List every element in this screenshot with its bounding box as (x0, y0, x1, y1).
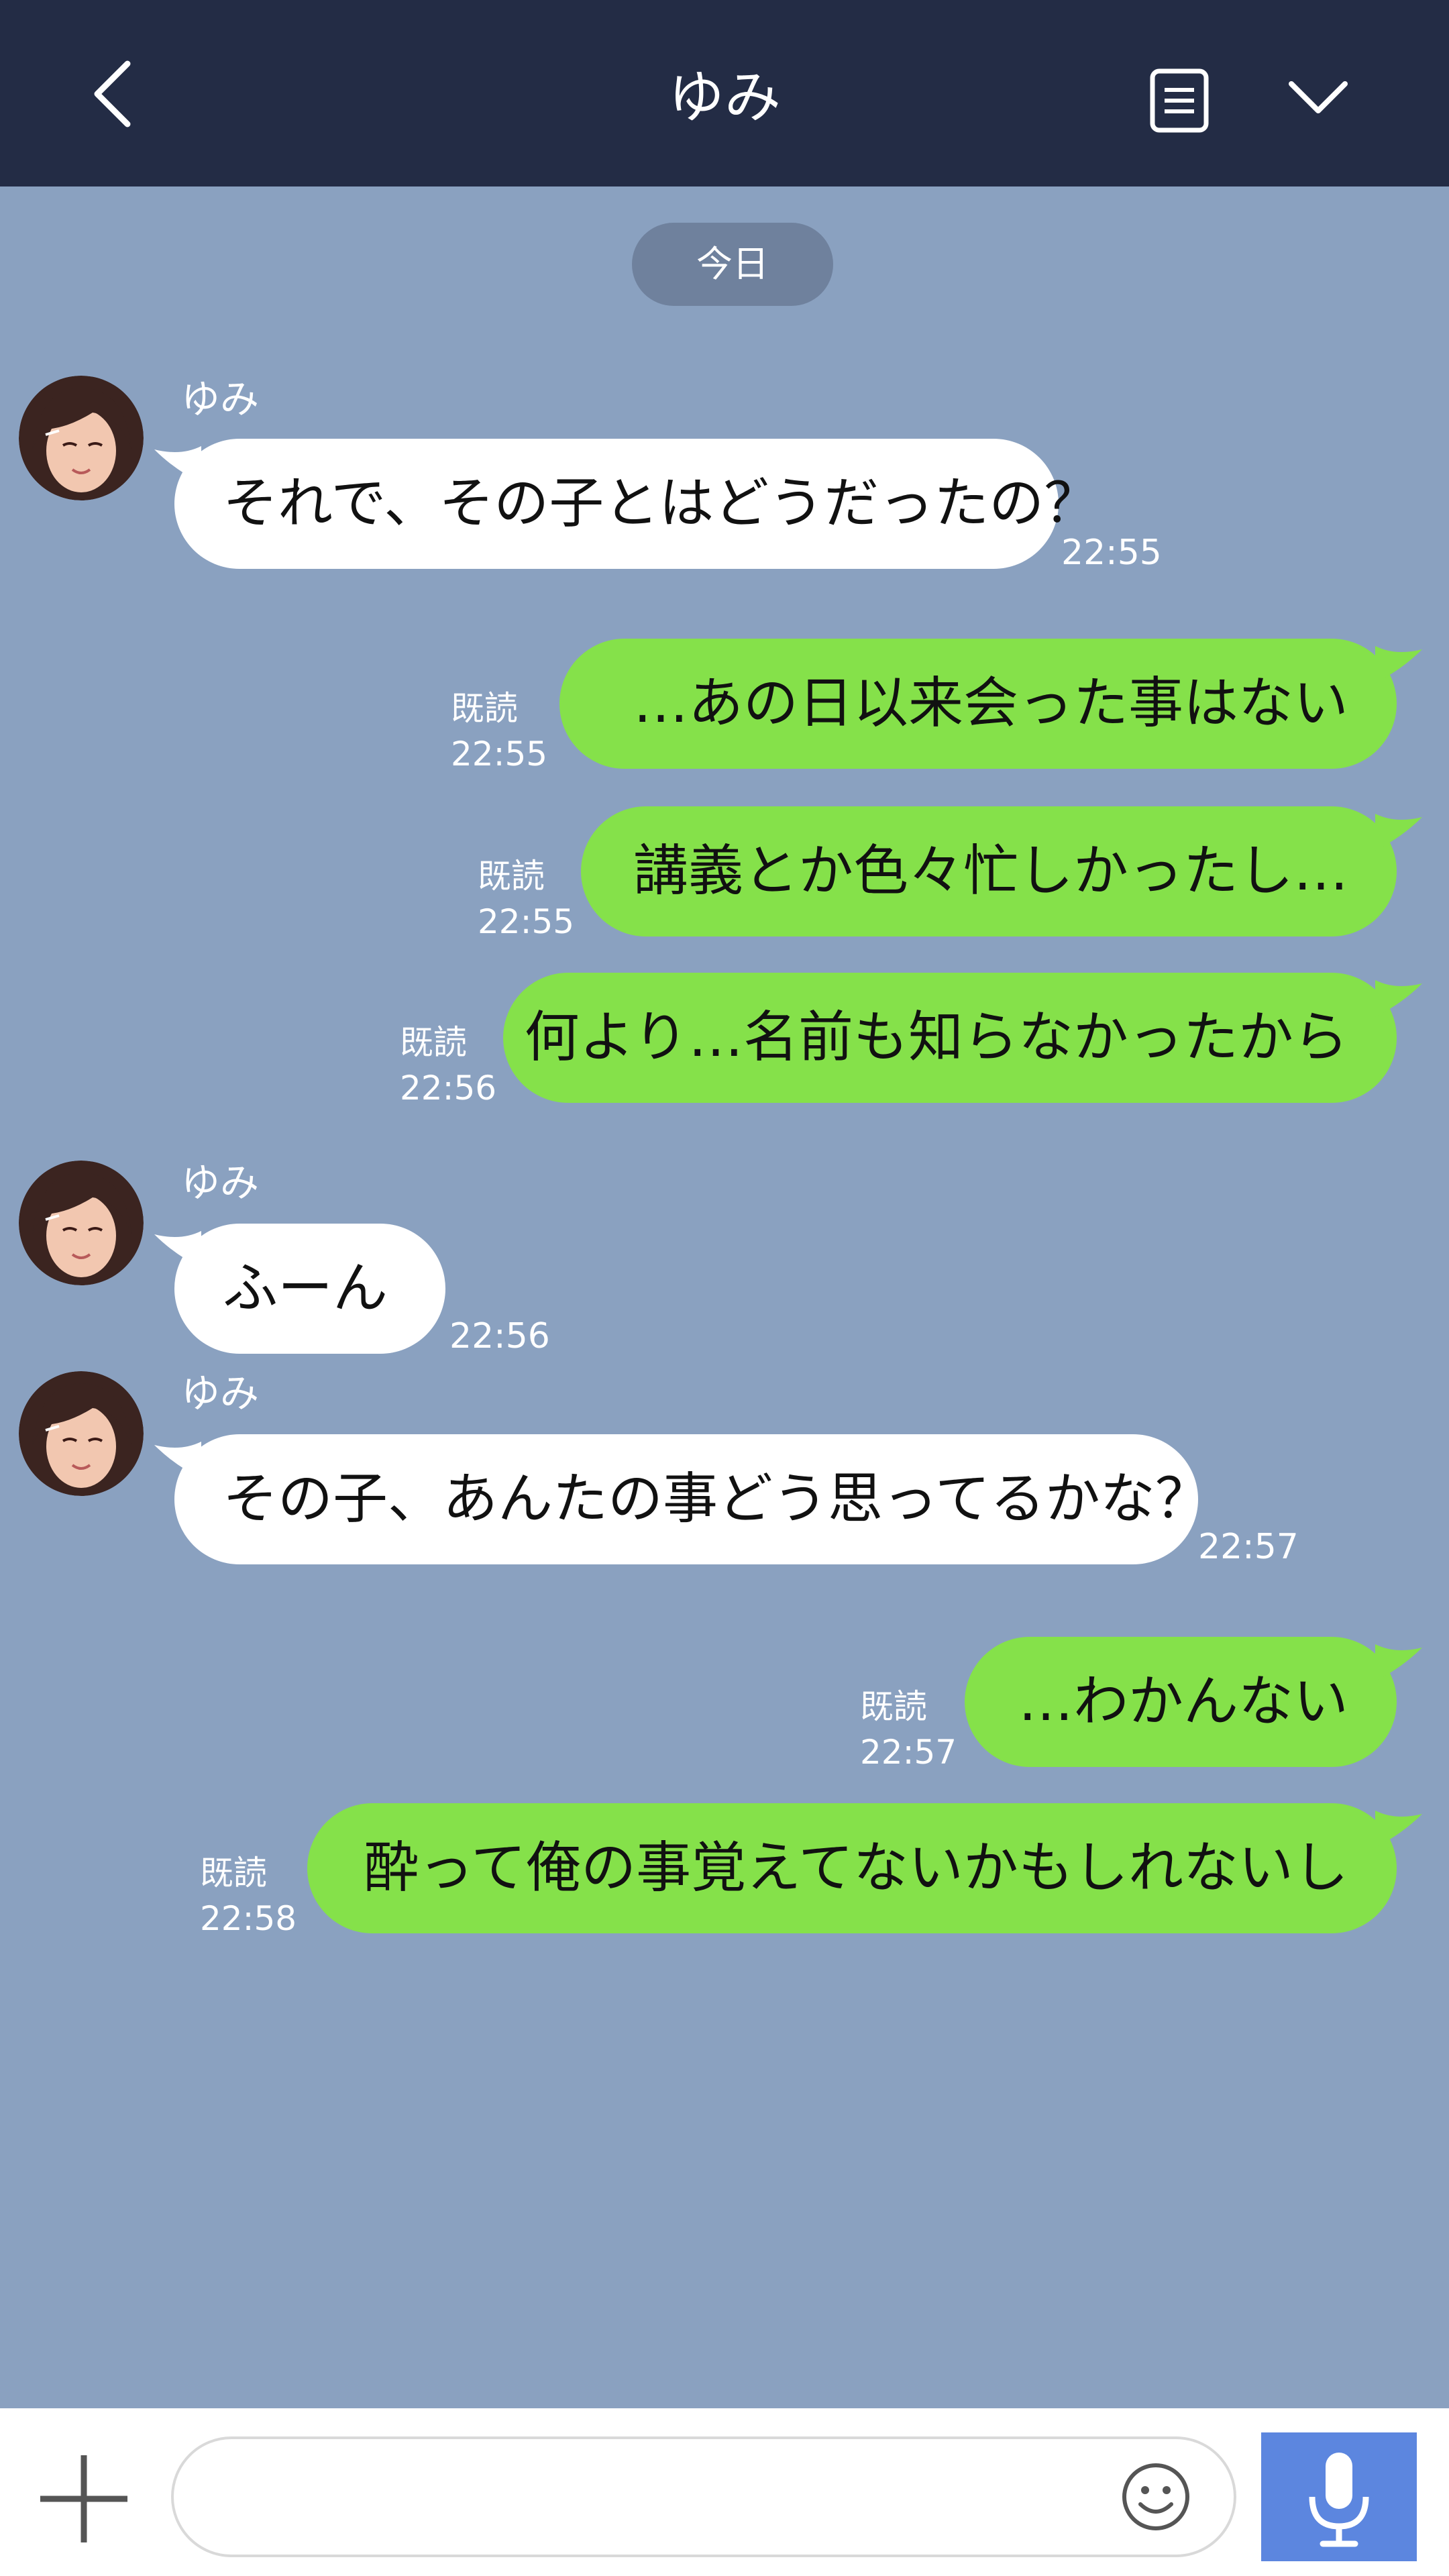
bubble-tail (1375, 1811, 1422, 1847)
message-bubble-outgoing[interactable]: 酔って俺の事覚えてないかもしれないし (307, 1803, 1397, 1933)
bubble-tail (1375, 980, 1422, 1017)
message-bubble-incoming[interactable]: ふーん (174, 1224, 445, 1354)
read-receipt: 既読 22:55 (451, 689, 548, 773)
message-input-bar (0, 2408, 1449, 2576)
date-badge: 今日 (632, 223, 833, 306)
chevron-left-icon[interactable] (80, 57, 148, 131)
read-receipt: 既読 22:55 (478, 857, 575, 941)
sender-name: ゆみ (181, 1371, 260, 1416)
read-receipt: 既読 22:57 (860, 1687, 957, 1772)
sender-name: ゆみ (181, 1160, 260, 1205)
message-time: 22:57 (1198, 1527, 1299, 1567)
bubble-tail (1375, 1644, 1422, 1681)
chat-title: ゆみ (667, 64, 781, 130)
avatar[interactable] (19, 376, 144, 500)
plus-icon[interactable] (34, 2449, 134, 2549)
message-bubble-incoming[interactable]: その子、あんたの事どう思ってるかな？ (174, 1434, 1210, 1564)
smiley-icon[interactable] (1119, 2460, 1193, 2534)
avatar[interactable] (19, 1161, 144, 1285)
message-bubble-outgoing[interactable]: …わかんない (965, 1637, 1397, 1767)
read-receipt: 既読 22:58 (200, 1854, 297, 1938)
avatar[interactable] (19, 1371, 144, 1496)
message-time: 22:55 (1061, 533, 1162, 573)
message-time: 22:56 (449, 1316, 550, 1356)
microphone-button[interactable] (1261, 2432, 1417, 2561)
message-bubble-outgoing[interactable]: 何より…名前も知らなかったから (503, 973, 1397, 1103)
bubble-tail (1375, 646, 1422, 683)
message-bubble-outgoing[interactable]: …あの日以来会った事はない (559, 639, 1397, 769)
sender-name: ゆみ (181, 376, 260, 422)
chat-header: ゆみ (0, 0, 1449, 186)
chevron-down-icon[interactable] (1285, 70, 1352, 124)
microphone-icon (1309, 2453, 1369, 2547)
message-input[interactable] (171, 2436, 1236, 2557)
notes-icon[interactable] (1148, 67, 1210, 134)
read-receipt: 既読 22:56 (400, 1023, 497, 1108)
message-bubble-incoming[interactable]: それで、その子とはどうだったの？ (174, 439, 1099, 569)
chat-screen: ゆみ 今日 ゆみ それで、その子とはどうだったの？ 22:55 既読 22:55… (0, 0, 1449, 2576)
message-bubble-outgoing[interactable]: 講義とか色々忙しかったし… (581, 806, 1397, 936)
bubble-tail (1375, 814, 1422, 851)
